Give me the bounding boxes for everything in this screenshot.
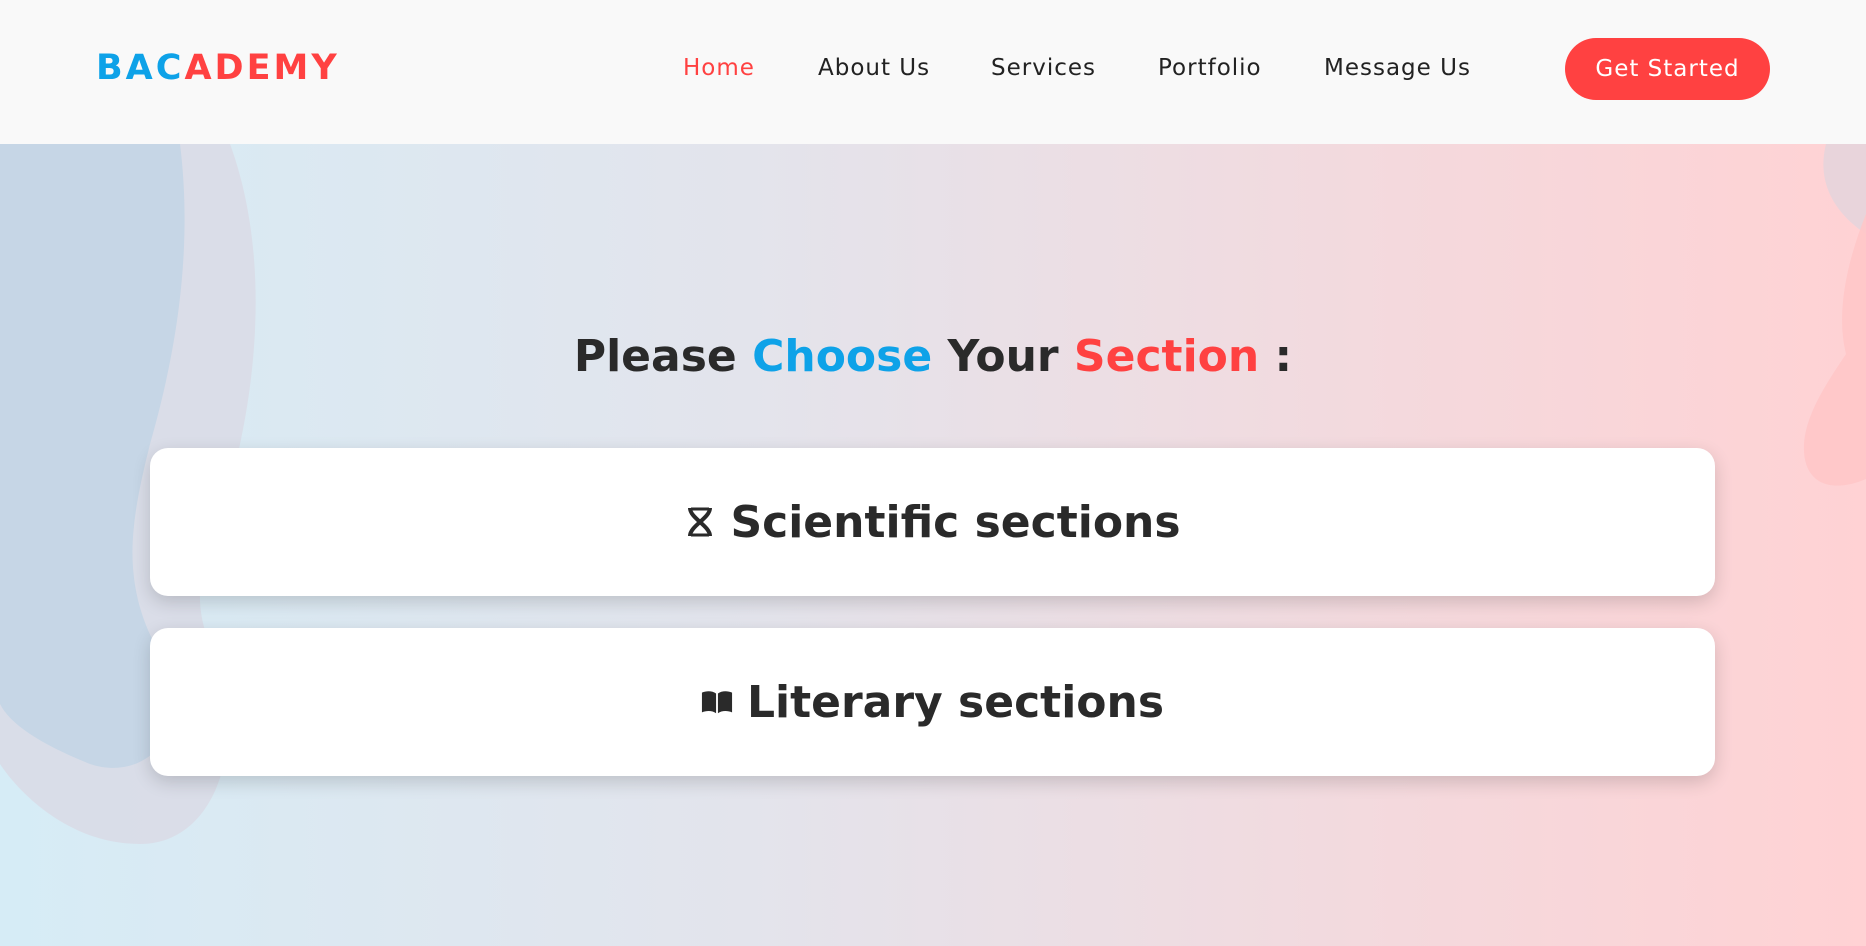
- nav-portfolio[interactable]: Portfolio: [1158, 55, 1262, 81]
- scientific-sections-card[interactable]: Scientific sections: [150, 448, 1715, 596]
- dna-icon: [684, 506, 716, 538]
- nav-message-us[interactable]: Message Us: [1324, 55, 1471, 81]
- brand-logo[interactable]: BACADEMY: [96, 48, 340, 88]
- page-title: Please Choose Your Section :: [0, 331, 1866, 382]
- nav-about-us[interactable]: About Us: [818, 55, 930, 81]
- hero-section: Please Choose Your Section : Scientific …: [0, 144, 1866, 946]
- get-started-button[interactable]: Get Started: [1565, 38, 1770, 100]
- title-part-section: Section: [1073, 331, 1260, 382]
- title-part-your: Your: [947, 331, 1059, 382]
- nav-services[interactable]: Services: [991, 55, 1096, 81]
- nav-home[interactable]: Home: [683, 55, 755, 81]
- site-header: BACADEMY Home About Us Services Portfoli…: [0, 0, 1866, 144]
- brand-logo-part1: BAC: [96, 48, 185, 88]
- scientific-sections-label: Scientific sections: [730, 496, 1181, 548]
- brand-logo-part2: ADEMY: [184, 48, 340, 88]
- open-book-icon: [701, 686, 733, 718]
- literary-sections-label: Literary sections: [746, 676, 1165, 728]
- literary-sections-card[interactable]: Literary sections: [150, 628, 1715, 776]
- title-part-choose: Choose: [752, 331, 933, 382]
- title-part-please: Please: [573, 331, 737, 382]
- title-part-colon: :: [1274, 331, 1293, 382]
